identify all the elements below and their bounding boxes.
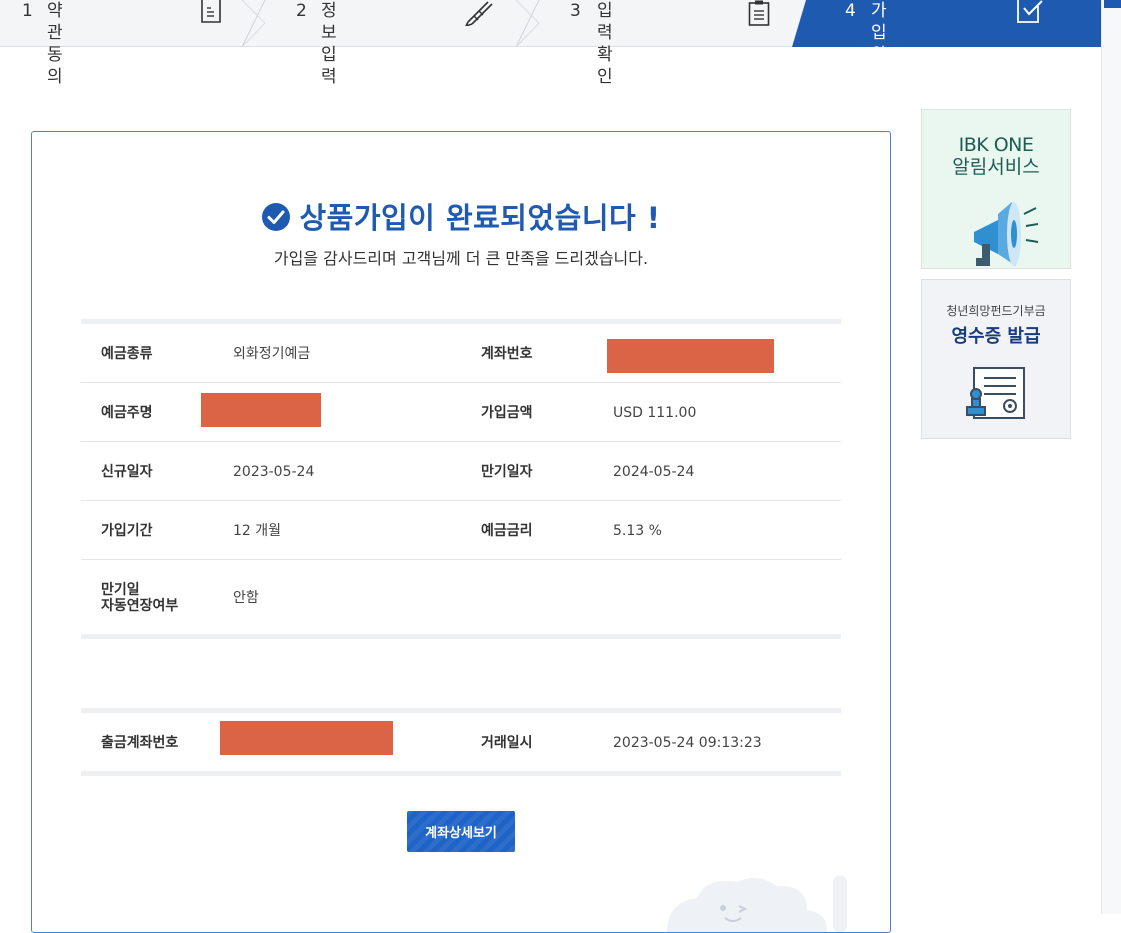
page-scroll-edge: [1101, 0, 1121, 914]
open-date-label: 신규일자: [101, 464, 153, 480]
table-row: 출금계좌번호 거래일시 2023-05-24 09:13:23: [81, 713, 841, 771]
clipboard-icon: [748, 0, 770, 26]
edge-tab: [1104, 0, 1121, 8]
banner-title-line2: 알림서비스: [952, 156, 1040, 178]
account-holder-label: 예금주명: [101, 405, 153, 421]
amount-label: 가입금액: [481, 405, 533, 421]
megaphone-icon: [974, 202, 1038, 266]
step-divider: [515, 0, 540, 47]
check-document-icon: [1017, 0, 1043, 23]
period-label: 가입기간: [101, 523, 153, 539]
deposit-type-value: 외화정기예금: [233, 346, 311, 362]
table-row: 예금종류 외화정기예금 계좌번호: [81, 324, 841, 383]
interest-rate-label: 예금금리: [481, 523, 533, 539]
step-label: 정보입력: [321, 1, 337, 87]
banner-subtitle: 청년희망펀드기부금: [946, 304, 1046, 318]
interest-rate-value: 5.13 %: [613, 523, 662, 539]
banner-title: 영수증 발급: [951, 326, 1041, 347]
step-label: 가입완료: [871, 1, 887, 87]
account-detail-button[interactable]: 계좌상세보기: [407, 811, 515, 852]
active-step-background: [792, 0, 1101, 47]
document-icon: [201, 0, 221, 23]
maturity-date-label: 만기일자: [481, 464, 533, 480]
step-label: 입력확인: [597, 1, 613, 87]
donation-receipt-banner[interactable]: 청년희망펀드기부금 영수증 발급: [921, 279, 1071, 439]
account-details-table: 예금종류 외화정기예금 계좌번호 예금주명 가입금액 USD 111.00 신규…: [81, 319, 841, 639]
step-number: 1: [22, 1, 33, 21]
table-row: 만기일 자동연장여부 안함: [81, 560, 841, 634]
step-number: 3: [570, 1, 581, 21]
transaction-datetime-label: 거래일시: [481, 735, 533, 751]
step-label: 약관동의: [47, 1, 63, 87]
certificate-icon: [966, 367, 1025, 419]
table-row: 예금주명 가입금액 USD 111.00: [81, 383, 841, 442]
open-date-value: 2023-05-24: [233, 464, 315, 480]
banner-title-line1: IBK ONE: [958, 134, 1034, 156]
withdraw-account-redacted: [220, 721, 393, 755]
account-number-redacted: [607, 339, 774, 373]
transaction-table: 출금계좌번호 거래일시 2023-05-24 09:13:23: [81, 708, 841, 776]
check-circle-icon: [262, 203, 291, 231]
auto-extend-value: 안함: [233, 590, 259, 606]
page-subtitle: 가입을 감사드리며 고객님께 더 큰 만족을 드리겠습니다.: [273, 249, 649, 268]
deposit-type-label: 예금종류: [101, 346, 153, 362]
step-progress-bar: 1 약관동의 2 정보입력 3 입력확인 4 가입완료: [0, 0, 1101, 87]
account-number-label: 계좌번호: [481, 346, 533, 362]
transaction-datetime-value: 2023-05-24 09:13:23: [613, 735, 762, 751]
auto-extend-label-line2: 자동연장여부: [101, 598, 179, 614]
page-title: 상품가입이 완료되었습니다 !: [32, 195, 890, 237]
amount-value: USD 111.00: [613, 405, 697, 421]
pencil-icon: [465, 1, 493, 26]
maturity-date-value: 2024-05-24: [613, 464, 695, 480]
step-number: 2: [296, 1, 307, 21]
account-holder-redacted: [201, 393, 321, 427]
withdraw-account-label: 출금계좌번호: [101, 735, 179, 751]
step-number: 4: [845, 1, 856, 21]
table-row: 신규일자 2023-05-24 만기일자 2024-05-24: [81, 442, 841, 501]
title-text: 상품가입이 완료되었습니다 !: [299, 201, 661, 235]
ibk-one-alert-banner[interactable]: IBK ONE 알림서비스: [921, 109, 1071, 269]
period-value: 12 개월: [233, 523, 282, 539]
completion-panel: 상품가입이 완료되었습니다 ! 가입을 감사드리며 고객님께 더 큰 만족을 드…: [31, 131, 891, 933]
table-row: 가입기간 12 개월 예금금리 5.13 %: [81, 501, 841, 560]
step-divider: [241, 0, 266, 47]
mascot-illustration: [667, 876, 847, 932]
